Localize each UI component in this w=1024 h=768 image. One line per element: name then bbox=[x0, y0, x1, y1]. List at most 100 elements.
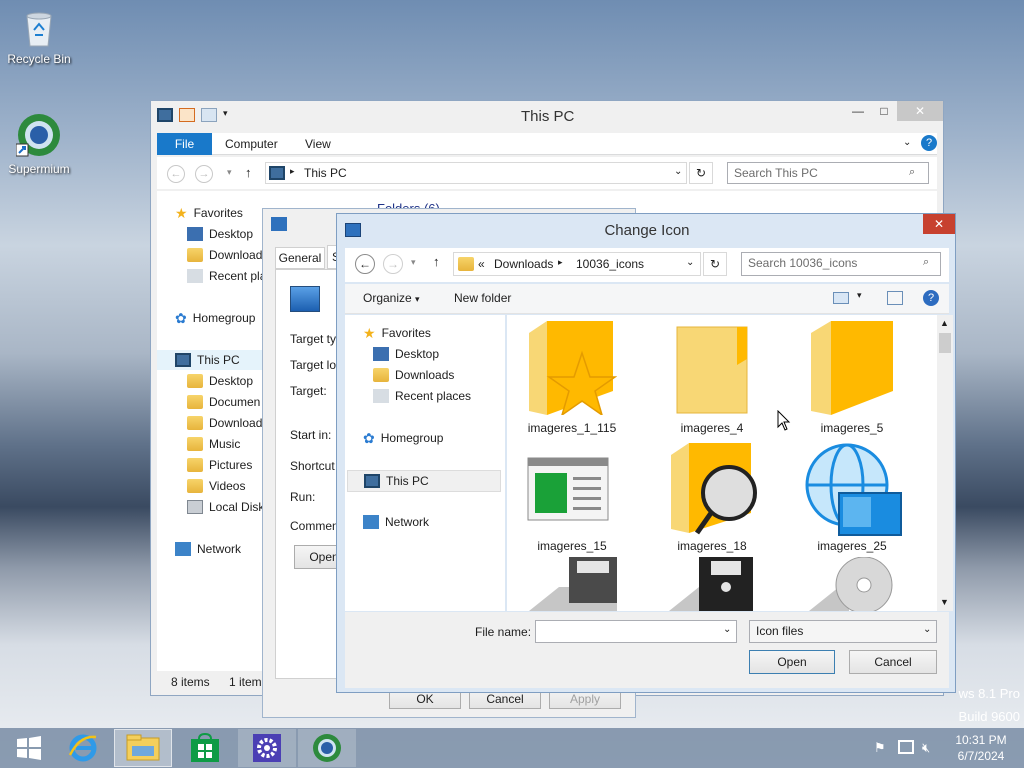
nav-network[interactable]: Network bbox=[363, 512, 429, 532]
file-name-input[interactable] bbox=[535, 620, 737, 643]
file-item[interactable]: imageres_15 bbox=[507, 443, 637, 553]
nav-downloads[interactable]: Downloads bbox=[373, 365, 454, 385]
maximize-button[interactable]: □ bbox=[871, 101, 897, 121]
folder-open-icon bbox=[811, 321, 893, 415]
up-arrow-icon[interactable]: ↑ bbox=[433, 254, 440, 269]
tab-general[interactable]: General bbox=[275, 247, 325, 269]
view-options-icon[interactable] bbox=[833, 292, 849, 304]
chevron-down-icon[interactable]: ⌄ bbox=[723, 624, 731, 635]
nav-pc-videos[interactable]: Videos bbox=[187, 476, 245, 496]
back-arrow-icon[interactable]: ← bbox=[355, 254, 375, 274]
field-label: Commen bbox=[290, 519, 339, 533]
file-item[interactable]: imageres_1_115 bbox=[507, 321, 637, 435]
nav-thispc[interactable]: This PC bbox=[157, 350, 267, 370]
shortcut-icon bbox=[271, 217, 287, 231]
file-type-select[interactable]: Icon files bbox=[749, 620, 937, 643]
tab-computer[interactable]: Computer bbox=[225, 137, 278, 151]
back-arrow-icon[interactable]: ← bbox=[167, 165, 185, 183]
file-item[interactable]: imageres_25 bbox=[787, 443, 917, 553]
taskbar-file-explorer[interactable] bbox=[114, 729, 172, 767]
taskbar-internet-explorer[interactable] bbox=[54, 729, 112, 767]
file-item[interactable]: imageres_4 bbox=[647, 321, 777, 435]
nav-favorites[interactable]: ★ Favorites bbox=[363, 323, 431, 343]
nav-network[interactable]: Network bbox=[175, 539, 241, 559]
desktop-icon-supermium[interactable]: Supermium bbox=[0, 112, 78, 176]
nav-label: Music bbox=[209, 437, 241, 451]
taskbar-settings[interactable] bbox=[238, 729, 296, 767]
minimize-button[interactable]: — bbox=[845, 101, 871, 121]
cancel-button[interactable]: Cancel bbox=[849, 650, 937, 674]
folder-view-icon[interactable] bbox=[201, 108, 217, 122]
new-folder-button[interactable]: New folder bbox=[454, 291, 511, 305]
nav-recent[interactable]: Recent pla bbox=[187, 266, 266, 286]
watermark-line: ws 8.1 Pro bbox=[958, 686, 1020, 701]
desktop-icon-recycle-bin[interactable]: Recycle Bin bbox=[0, 8, 78, 66]
close-button[interactable]: ✕ bbox=[923, 214, 955, 234]
tab-view[interactable]: View bbox=[305, 137, 331, 151]
search-input[interactable]: Search 10036_icons bbox=[741, 252, 941, 276]
nav-label: Download bbox=[209, 248, 263, 262]
breadcrumb-current[interactable]: 10036_icons bbox=[576, 257, 644, 271]
forward-arrow-icon[interactable]: → bbox=[195, 165, 213, 183]
nav-favorites[interactable]: ★ Favorites bbox=[175, 203, 243, 223]
recent-locations-icon[interactable]: ▾ bbox=[227, 167, 232, 178]
address-bar[interactable]: ▸ This PC ⌄ bbox=[265, 162, 687, 184]
address-bar[interactable]: « Downloads ▸ 10036_icons ⌄ bbox=[453, 252, 701, 276]
close-button[interactable]: ✕ bbox=[897, 101, 943, 121]
organize-button[interactable]: Organize ▾ bbox=[363, 291, 420, 305]
open-button[interactable]: Open bbox=[749, 650, 835, 674]
chevron-down-icon[interactable]: ⌄ bbox=[923, 624, 931, 635]
nav-pc-pictures[interactable]: Pictures bbox=[187, 455, 252, 475]
tab-file[interactable]: File bbox=[157, 133, 212, 155]
up-arrow-icon[interactable]: ↑ bbox=[245, 165, 252, 180]
file-item[interactable]: imageres_5 bbox=[787, 321, 917, 435]
chevron-down-icon[interactable]: ⌄ bbox=[903, 137, 911, 148]
preview-pane-icon[interactable] bbox=[887, 291, 903, 305]
chevron-down-icon[interactable]: ⌄ bbox=[674, 166, 682, 177]
volume-muted-icon[interactable]: 🔇︎ bbox=[922, 740, 930, 756]
breadcrumb-overflow-icon[interactable]: « bbox=[478, 257, 485, 271]
field-label: Target: bbox=[290, 384, 327, 398]
organize-label: Organize bbox=[363, 291, 412, 305]
help-icon[interactable]: ? bbox=[923, 290, 939, 306]
nav-pc-documents[interactable]: Documen bbox=[187, 392, 260, 412]
nav-recent-places[interactable]: Recent places bbox=[373, 386, 471, 406]
nav-label: Pictures bbox=[209, 458, 253, 472]
scroll-down-icon[interactable]: ▼ bbox=[940, 597, 949, 607]
file-name: imageres_4 bbox=[680, 421, 744, 435]
nav-pc-downloads[interactable]: Download bbox=[187, 413, 262, 433]
start-button[interactable] bbox=[0, 729, 58, 767]
refresh-icon[interactable]: ↻ bbox=[689, 162, 713, 184]
network-tray-icon[interactable] bbox=[898, 740, 914, 754]
help-icon[interactable]: ? bbox=[921, 135, 937, 151]
nav-pc-localdisk[interactable]: Local Disk bbox=[187, 497, 264, 517]
nav-pc-music[interactable]: Music bbox=[187, 434, 240, 454]
scroll-up-icon[interactable]: ▲ bbox=[940, 318, 949, 328]
computer-icon[interactable] bbox=[157, 108, 173, 122]
nav-homegroup[interactable]: ✿ Homegroup bbox=[363, 428, 443, 448]
taskbar-store[interactable] bbox=[176, 729, 234, 767]
scrollbar-thumb[interactable] bbox=[939, 333, 951, 353]
chevron-down-icon[interactable]: ▾ bbox=[223, 108, 228, 122]
search-icon: ⌕ bbox=[923, 256, 930, 268]
chevron-down-icon[interactable]: ⌄ bbox=[686, 257, 694, 268]
vertical-scrollbar[interactable]: ▲ ▼ bbox=[937, 315, 953, 611]
chevron-down-icon[interactable]: ▾ bbox=[857, 290, 862, 301]
nav-desktop[interactable]: Desktop bbox=[373, 344, 439, 364]
properties-icon[interactable] bbox=[179, 108, 195, 122]
nav-thispc[interactable]: This PC bbox=[347, 470, 501, 492]
nav-desktop[interactable]: Desktop bbox=[187, 224, 253, 244]
nav-pc-desktop[interactable]: Desktop bbox=[187, 371, 253, 391]
clock[interactable]: 10:31 PM 6/7/2024 bbox=[946, 733, 1016, 763]
file-item[interactable]: imageres_18 bbox=[647, 443, 777, 553]
taskbar: ⚑ 🔇︎ 10:31 PM 6/7/2024 bbox=[0, 728, 1024, 768]
refresh-icon[interactable]: ↻ bbox=[703, 252, 727, 276]
forward-arrow-icon[interactable]: → bbox=[383, 254, 403, 274]
nav-homegroup[interactable]: ✿ Homegroup bbox=[175, 308, 255, 328]
breadcrumb-downloads[interactable]: Downloads bbox=[494, 257, 553, 271]
nav-downloads[interactable]: Download bbox=[187, 245, 262, 265]
action-center-flag-icon[interactable]: ⚑ bbox=[874, 740, 886, 756]
search-input[interactable]: Search This PC bbox=[727, 162, 929, 184]
taskbar-supermium[interactable] bbox=[298, 729, 356, 767]
recent-locations-icon[interactable]: ▾ bbox=[411, 257, 416, 268]
